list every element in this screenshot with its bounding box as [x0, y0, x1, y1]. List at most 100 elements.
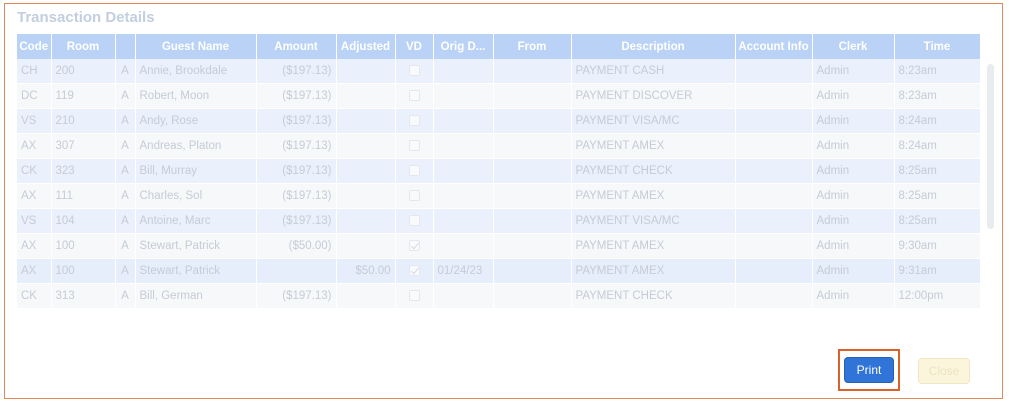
vd-checkbox[interactable] [408, 265, 420, 277]
cell-account-info [735, 208, 813, 234]
column-header-amount[interactable]: Amount [256, 34, 337, 59]
cell-guest-name: Robert, Moon [135, 83, 257, 109]
cell-time: 8:23am [894, 83, 981, 109]
vd-checkbox[interactable] [408, 140, 420, 152]
cell-room: 100 [51, 233, 116, 259]
table-row[interactable]: AX 100 A Stewart, Patrick ($50.00) PAYMENT AM… [17, 233, 981, 259]
cell-orig-date [433, 83, 494, 109]
cell-type: A [115, 83, 136, 109]
cell-account-info [735, 59, 813, 84]
column-header-vd[interactable]: VD [395, 34, 434, 59]
cell-description: PAYMENT AMEX [571, 233, 736, 259]
table-row[interactable]: VS 104 A Antoine, Marc ($197.13) PAYMENT VISA… [17, 208, 981, 234]
cell-room: 210 [51, 108, 116, 134]
column-header-account-info[interactable]: Account Info [735, 34, 813, 59]
cell-amount: ($197.13) [256, 59, 337, 84]
cell-time: 8:24am [894, 133, 981, 159]
cell-adjusted [336, 283, 396, 309]
column-header-code[interactable]: Code [17, 34, 52, 59]
cell-orig-date [433, 208, 494, 234]
vd-checkbox[interactable] [408, 65, 420, 77]
cell-guest-name: Charles, Sol [135, 183, 257, 209]
cell-type: A [115, 59, 136, 84]
cell-code: VS [17, 108, 52, 134]
table-scrollbar[interactable] [987, 64, 994, 229]
cell-time: 12:00pm [894, 283, 981, 309]
cell-clerk: Admin [812, 108, 895, 134]
vd-checkbox[interactable] [408, 240, 420, 252]
cell-account-info [735, 108, 813, 134]
table-header-row: Code Room Guest Name Amount Adjusted VD … [17, 34, 981, 59]
column-header-description[interactable]: Description [571, 34, 736, 59]
print-button[interactable]: Print [844, 357, 894, 383]
column-header-from[interactable]: From [493, 34, 572, 59]
cell-room: 313 [51, 283, 116, 309]
cell-from [493, 83, 572, 109]
cell-guest-name: Annie, Brookdale [135, 59, 257, 84]
cell-clerk: Admin [812, 83, 895, 109]
table-row[interactable]: AX 100 A Stewart, Patrick $50.00 01/24/23 PAYM… [17, 258, 981, 284]
cell-code: AX [17, 133, 52, 159]
cell-description: PAYMENT DISCOVER [571, 83, 736, 109]
cell-clerk: Admin [812, 183, 895, 209]
column-header-type[interactable] [115, 34, 136, 59]
cell-clerk: Admin [812, 233, 895, 259]
table-row[interactable]: DC 119 A Robert, Moon ($197.13) PAYMENT DISCO… [17, 83, 981, 109]
cell-adjusted [336, 108, 396, 134]
vd-checkbox[interactable] [408, 165, 420, 177]
cell-account-info [735, 258, 813, 284]
vd-checkbox[interactable] [408, 215, 420, 227]
cell-amount: ($197.13) [256, 158, 337, 184]
transactions-table: Code Room Guest Name Amount Adjusted VD … [17, 34, 981, 309]
cell-amount [256, 258, 337, 284]
table-row[interactable]: CK 323 A Bill, Murray ($197.13) PAYMENT CHECK… [17, 158, 981, 184]
cell-time: 8:24am [894, 108, 981, 134]
cell-room: 323 [51, 158, 116, 184]
cell-from [493, 133, 572, 159]
cell-guest-name: Bill, Murray [135, 158, 257, 184]
vd-checkbox[interactable] [408, 90, 420, 102]
column-header-guest-name[interactable]: Guest Name [135, 34, 257, 59]
table-row[interactable]: CH 200 A Annie, Brookdale ($197.13) PAYMENT C… [17, 59, 981, 84]
table-row[interactable]: VS 210 A Andy, Rose ($197.13) PAYMENT VISA/MC… [17, 108, 981, 134]
table-row[interactable]: AX 307 A Andreas, Platon ($197.13) PAYMENT AM… [17, 133, 981, 159]
vd-checkbox[interactable] [408, 190, 420, 202]
table-row[interactable]: AX 111 A Charles, Sol ($197.13) PAYMENT AMEX A… [17, 183, 981, 209]
column-header-time[interactable]: Time [894, 34, 981, 59]
cell-description: PAYMENT AMEX [571, 133, 736, 159]
cell-adjusted [336, 83, 396, 109]
cell-guest-name: Stewart, Patrick [135, 258, 257, 284]
column-header-adjusted[interactable]: Adjusted [336, 34, 396, 59]
cell-vd [395, 158, 434, 184]
vd-checkbox[interactable] [408, 290, 420, 302]
column-header-clerk[interactable]: Clerk [812, 34, 895, 59]
cell-time: 8:23am [894, 59, 981, 84]
cell-time: 8:25am [894, 158, 981, 184]
cell-from [493, 59, 572, 84]
column-header-orig-date[interactable]: Orig D... [433, 34, 494, 59]
cell-amount: ($197.13) [256, 108, 337, 134]
cell-clerk: Admin [812, 133, 895, 159]
vd-checkbox[interactable] [408, 115, 420, 127]
close-button[interactable]: Close [918, 358, 970, 384]
cell-vd [395, 59, 434, 84]
cell-vd [395, 233, 434, 259]
cell-code: AX [17, 258, 52, 284]
cell-code: CK [17, 158, 52, 184]
column-header-room[interactable]: Room [51, 34, 116, 59]
cell-from [493, 183, 572, 209]
cell-from [493, 233, 572, 259]
cell-description: PAYMENT CASH [571, 59, 736, 84]
cell-orig-date [433, 233, 494, 259]
cell-type: A [115, 183, 136, 209]
cell-orig-date [433, 133, 494, 159]
cell-amount: ($197.13) [256, 183, 337, 209]
cell-guest-name: Stewart, Patrick [135, 233, 257, 259]
transactions-table-container[interactable]: Code Room Guest Name Amount Adjusted VD … [17, 34, 982, 314]
cell-adjusted [336, 208, 396, 234]
table-row[interactable]: CK 313 A Bill, German ($197.13) PAYMENT CHECK… [17, 283, 981, 309]
cell-type: A [115, 108, 136, 134]
cell-clerk: Admin [812, 258, 895, 284]
cell-orig-date [433, 158, 494, 184]
cell-orig-date [433, 183, 494, 209]
